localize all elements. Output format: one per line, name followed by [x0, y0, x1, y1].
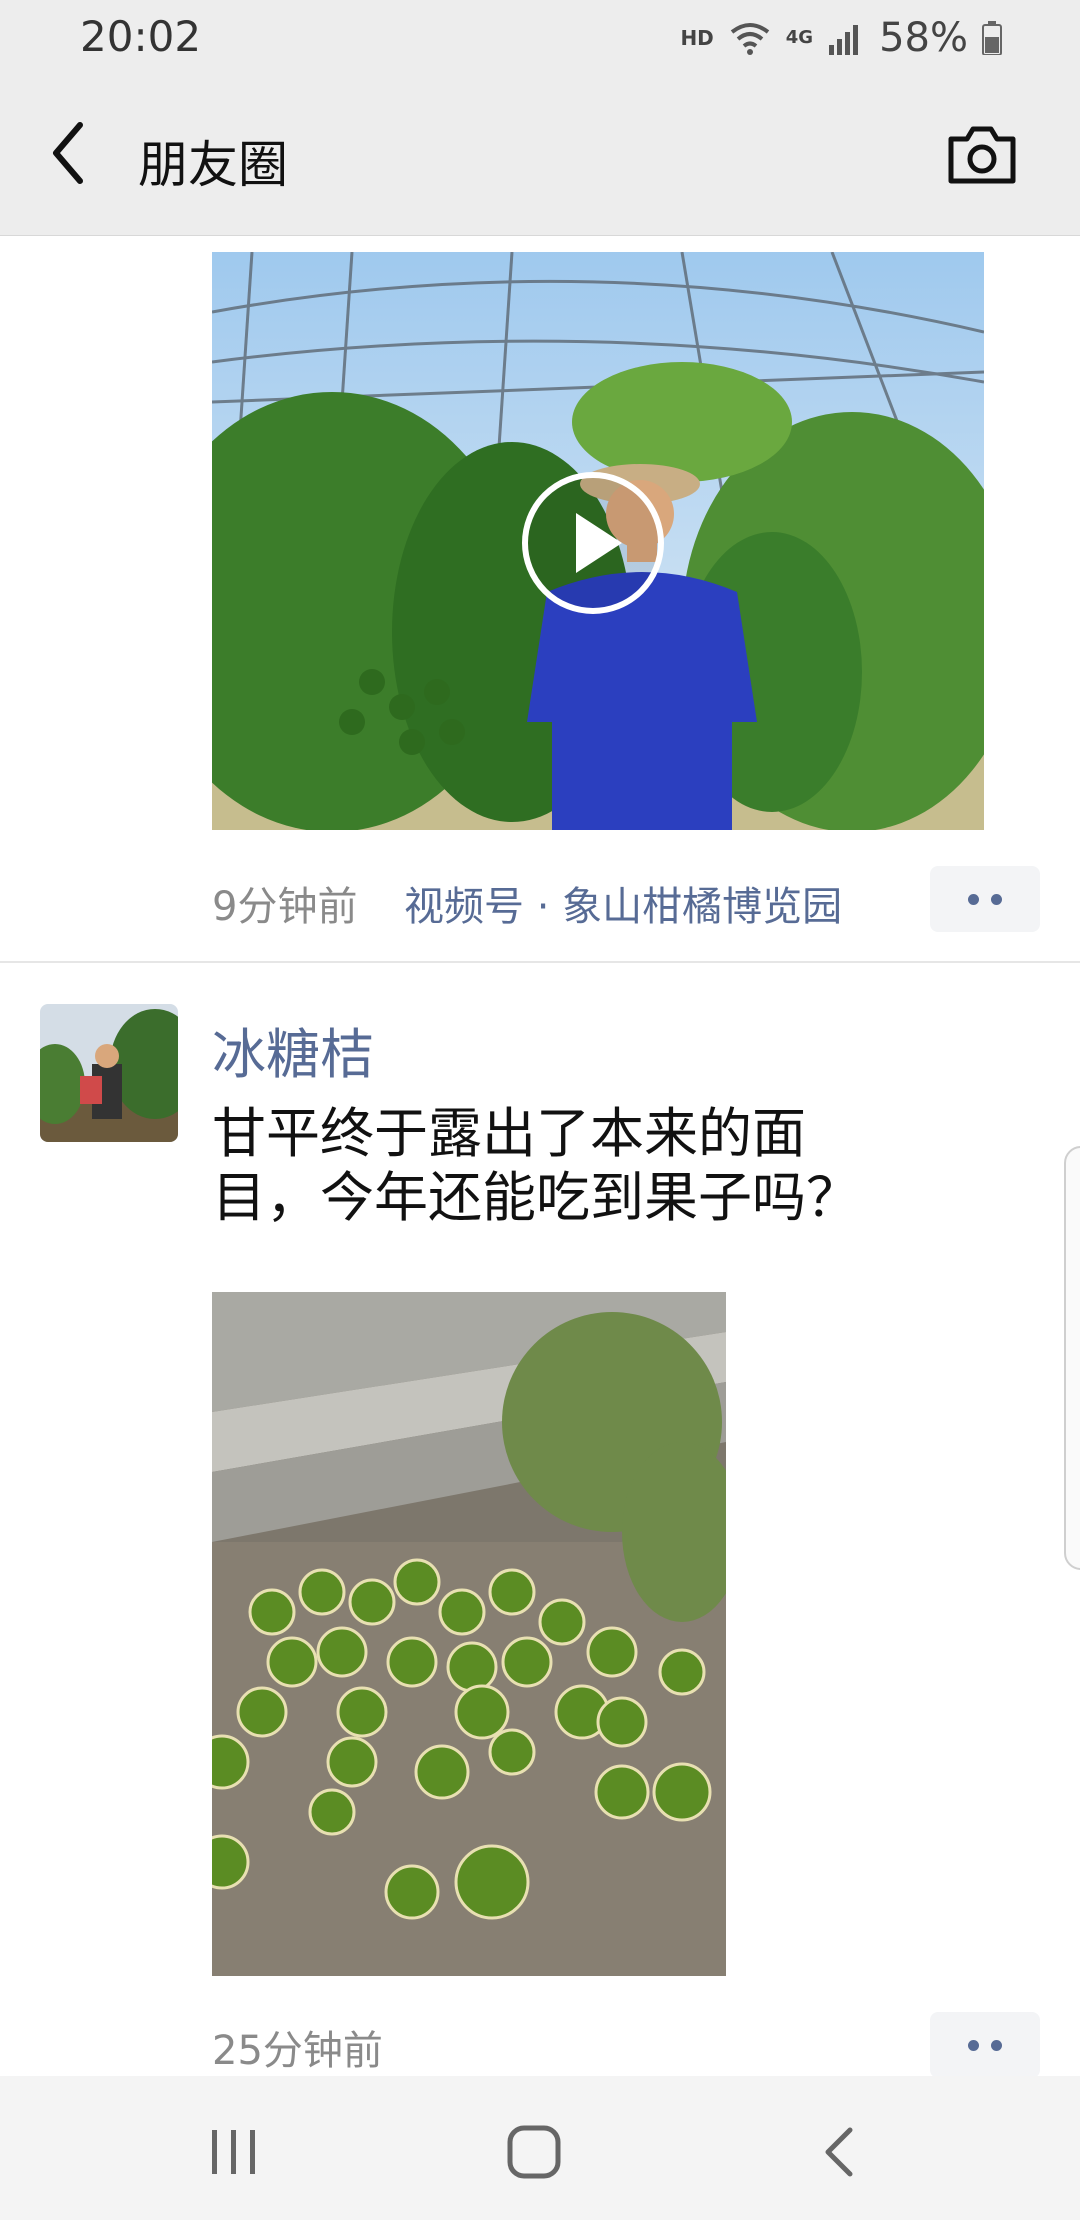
- post-photo[interactable]: [212, 1292, 726, 1976]
- wifi-icon: [730, 23, 770, 55]
- status-bar: 20:02 HD 4G 58%: [0, 0, 1080, 75]
- recent-apps-icon[interactable]: [204, 2122, 264, 2182]
- back-arrow-icon[interactable]: [44, 117, 94, 189]
- system-nav-bar: [0, 2076, 1080, 2220]
- status-indicators: HD 4G 58%: [680, 14, 1002, 62]
- post-divider: [0, 961, 1080, 963]
- page-title: 朋友圈: [138, 136, 288, 194]
- post-time: 25分钟前: [212, 2028, 383, 2074]
- hd-indicator: HD: [680, 26, 714, 50]
- battery-icon: [982, 21, 1002, 55]
- post-time: 9分钟前: [212, 884, 358, 930]
- post-author[interactable]: 冰糖桔: [212, 1010, 374, 1089]
- more-dot-icon: [991, 2039, 1002, 2051]
- scroll-handle[interactable]: [1064, 1146, 1080, 1570]
- network-indicator: 4G: [785, 27, 814, 48]
- avatar[interactable]: [40, 1004, 178, 1142]
- more-dot-icon: [968, 2039, 979, 2051]
- top-nav-bar: 朋友圈: [0, 75, 1080, 236]
- more-actions-button[interactable]: [930, 2012, 1040, 2076]
- home-icon[interactable]: [504, 2122, 564, 2182]
- signal-icon: [829, 25, 859, 55]
- post-text-line: 甘平终于露出了本来的面: [212, 1102, 806, 1165]
- post-text: 甘平终于露出了本来的面 目，今年还能吃到果子吗？: [212, 1102, 1012, 1230]
- more-dot-icon: [991, 893, 1002, 905]
- play-icon[interactable]: [518, 468, 668, 618]
- status-time: 20:02: [80, 12, 202, 61]
- camera-icon[interactable]: [945, 123, 1019, 187]
- more-actions-button[interactable]: [930, 866, 1040, 932]
- battery-percent: 58%: [879, 15, 968, 61]
- channel-link[interactable]: 视频号 · 象山柑橘博览园: [404, 874, 842, 932]
- moments-feed[interactable]: 9分钟前 视频号 · 象山柑橘博览园 冰糖桔 甘平终于露出了本来的面 目，今年还…: [0, 236, 1080, 2076]
- post-text-line: 目，今年还能吃到果子吗？: [212, 1166, 860, 1229]
- more-dot-icon: [968, 893, 979, 905]
- back-icon[interactable]: [810, 2122, 870, 2182]
